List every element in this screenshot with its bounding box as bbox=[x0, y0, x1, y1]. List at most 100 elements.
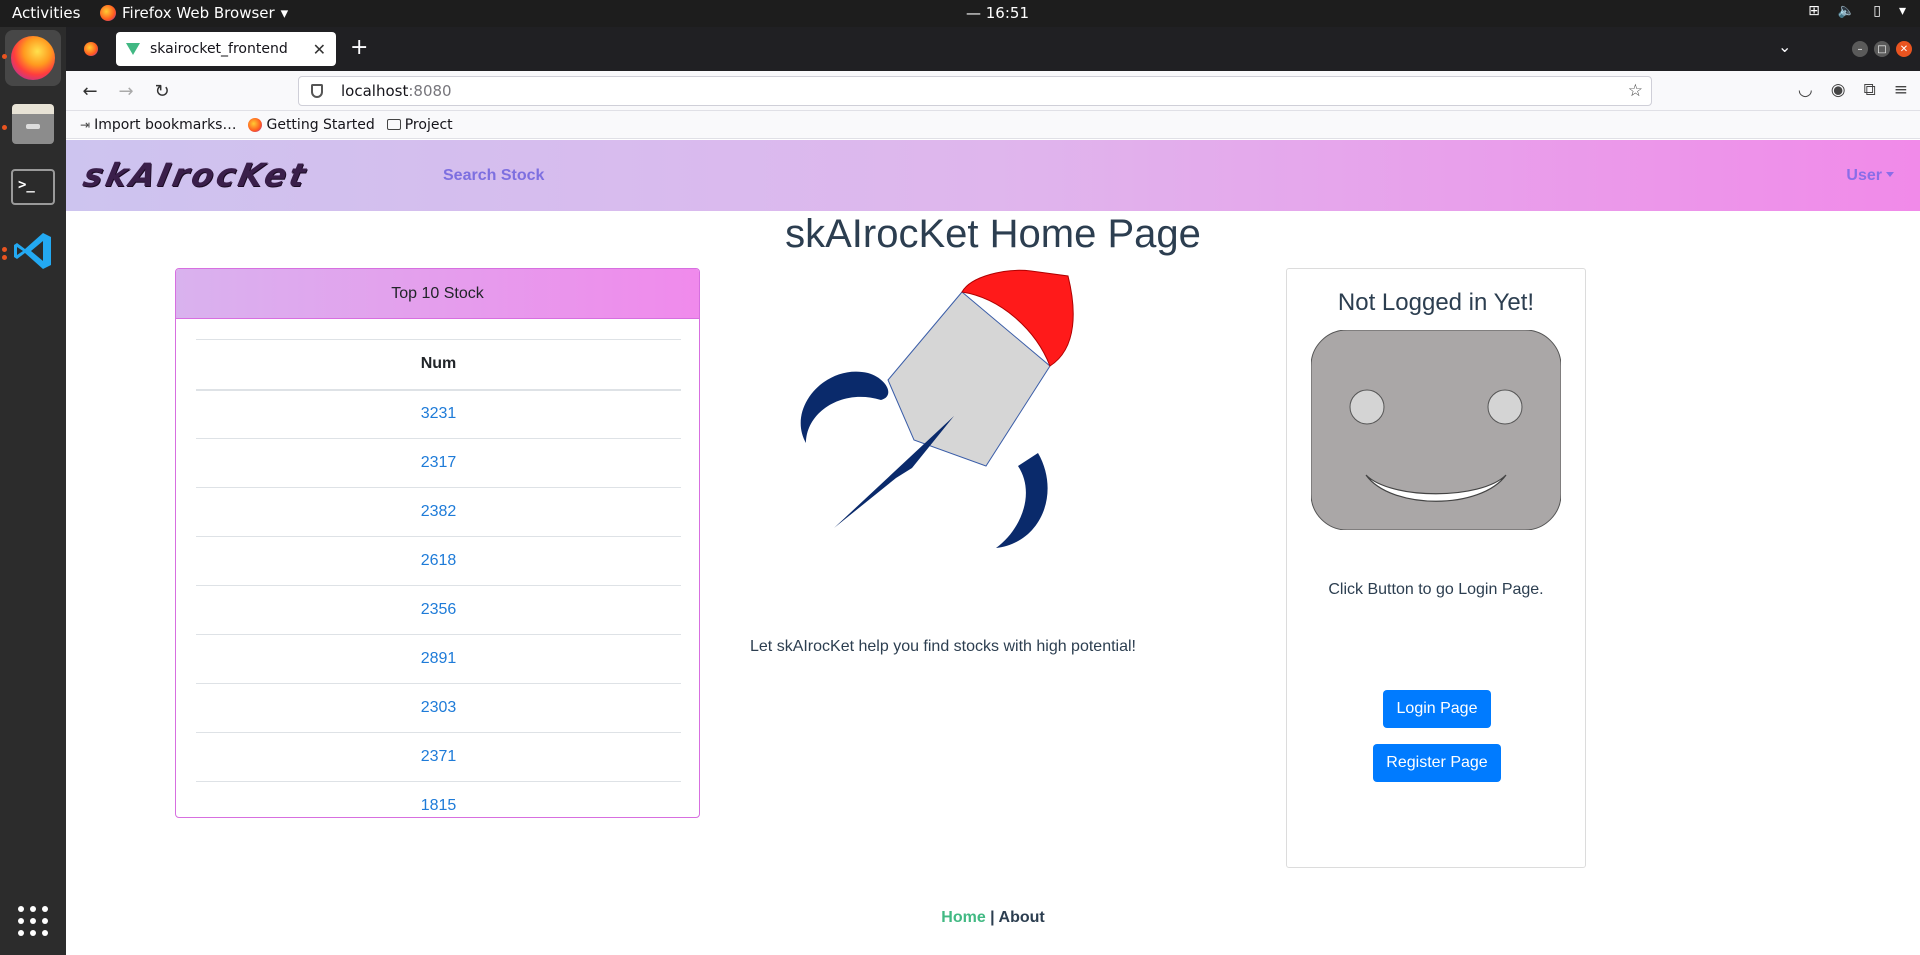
table-row: 1815 bbox=[196, 781, 681, 817]
forward-button[interactable]: → bbox=[112, 77, 140, 105]
import-icon: ⇥ bbox=[80, 117, 91, 132]
card-header: Top 10 Stock bbox=[176, 269, 699, 319]
about-link[interactable]: About bbox=[999, 909, 1045, 926]
top-stock-card: Top 10 Stock Num 3231 2317 2382 2618 2356 289… bbox=[175, 268, 700, 818]
menu-icon[interactable]: ≡ bbox=[1894, 80, 1908, 100]
page-title: skAIrocKet Home Page bbox=[785, 212, 1201, 256]
pocket-icon[interactable]: ◡ bbox=[1798, 80, 1813, 100]
close-window-button[interactable]: ✕ bbox=[1896, 41, 1912, 57]
login-status-title: Not Logged in Yet! bbox=[1337, 289, 1535, 316]
dock-files[interactable] bbox=[5, 96, 61, 152]
table-row: 2618 bbox=[196, 536, 681, 586]
rocket-right-fin bbox=[996, 453, 1048, 548]
table-row: 2371 bbox=[196, 732, 681, 782]
login-message: Click Button to go Login Page. bbox=[1328, 581, 1544, 598]
dock: >_ bbox=[0, 27, 66, 955]
minimize-button[interactable]: – bbox=[1852, 41, 1868, 57]
tagline-text: Let skAIrocKet help you find stocks with… bbox=[750, 638, 1136, 655]
window-controls: – □ ✕ bbox=[1852, 41, 1912, 57]
vue-icon bbox=[126, 43, 140, 55]
tagline: Let skAIrocKet help you find stocks with… bbox=[66, 638, 1920, 656]
network-icon: ⊞ bbox=[1808, 3, 1820, 19]
bookmark-label: Project bbox=[404, 116, 453, 133]
bookmark-project[interactable]: Project bbox=[386, 116, 453, 133]
stock-link[interactable]: 2382 bbox=[196, 487, 681, 537]
table-row: 3231 bbox=[196, 389, 681, 439]
tab-skairocket[interactable]: skairocket_frontend ✕ bbox=[116, 32, 336, 66]
table-row: 2303 bbox=[196, 683, 681, 733]
chevron-down-icon: ▾ bbox=[280, 4, 289, 22]
url-bar[interactable]: localhost:8080 ☆ bbox=[298, 76, 1652, 106]
terminal-icon: >_ bbox=[11, 169, 55, 205]
toolbar-icons: ◡ ◉ ⧉ ≡ bbox=[1798, 80, 1908, 100]
battery-icon: ▯ bbox=[1873, 3, 1881, 19]
bookmark-getting-started[interactable]: Getting Started bbox=[248, 116, 375, 133]
url-port: :8080 bbox=[408, 82, 452, 100]
files-icon bbox=[12, 104, 54, 144]
extensions-icon[interactable]: ⧉ bbox=[1864, 80, 1876, 100]
bookmark-label: Getting Started bbox=[266, 116, 375, 133]
app-name: Firefox Web Browser bbox=[122, 4, 275, 22]
running-indicator bbox=[2, 255, 7, 260]
url-host: localhost bbox=[341, 82, 409, 100]
running-indicator bbox=[2, 54, 7, 59]
account-icon[interactable]: ◉ bbox=[1831, 80, 1846, 100]
app-menu[interactable]: Firefox Web Browser ▾ bbox=[100, 4, 288, 22]
new-tab-button[interactable]: + bbox=[350, 36, 368, 60]
maximize-button[interactable]: □ bbox=[1874, 41, 1890, 57]
bookmark-label: Import bookmarks… bbox=[94, 116, 237, 133]
bookmark-import[interactable]: ⇥ Import bookmarks… bbox=[80, 117, 236, 133]
dock-firefox[interactable] bbox=[5, 30, 61, 86]
firefox-icon bbox=[11, 36, 55, 80]
rocket-illustration bbox=[800, 269, 1074, 548]
column-header: Num bbox=[196, 339, 681, 391]
chevron-down-icon: ▾ bbox=[1898, 3, 1906, 19]
table-row: 2356 bbox=[196, 585, 681, 635]
navigation-toolbar: ← → ↻ localhost:8080 ☆ ◡ ◉ ⧉ ≡ bbox=[66, 71, 1920, 111]
login-page-button[interactable]: Login Page bbox=[1383, 690, 1491, 728]
activities-button[interactable]: Activities bbox=[12, 4, 80, 22]
smiley-face-icon bbox=[1311, 330, 1561, 530]
app-header: skAIrocKet Search Stock User bbox=[66, 140, 1920, 211]
volume-icon: 🔈 bbox=[1837, 3, 1856, 19]
tab-bar: skairocket_frontend ✕ + ⌄ – □ ✕ bbox=[66, 27, 1920, 71]
stock-link[interactable]: 2317 bbox=[196, 438, 681, 488]
stock-link[interactable]: 1815 bbox=[196, 781, 681, 817]
dock-terminal[interactable]: >_ bbox=[5, 159, 61, 215]
running-indicator bbox=[2, 247, 7, 252]
stock-link[interactable]: 2371 bbox=[196, 732, 681, 782]
firefox-icon bbox=[100, 5, 116, 21]
stock-table: Num 3231 2317 2382 2618 2356 2891 2303 2371 1815 bbox=[196, 339, 681, 817]
reload-button[interactable]: ↻ bbox=[148, 77, 176, 105]
system-tray[interactable]: ⊞ 🔈 ▯ ▾ bbox=[1808, 3, 1906, 19]
search-stock-link[interactable]: Search Stock bbox=[443, 167, 544, 185]
login-status-card: Not Logged in Yet! Click Button to go Lo… bbox=[1286, 268, 1586, 868]
register-page-button[interactable]: Register Page bbox=[1373, 744, 1501, 782]
table-row: 2317 bbox=[196, 438, 681, 488]
app-grid-icon bbox=[18, 906, 48, 936]
user-dropdown[interactable]: User bbox=[1846, 167, 1894, 185]
pinned-tab[interactable] bbox=[78, 36, 104, 62]
back-button[interactable]: ← bbox=[76, 77, 104, 105]
bookmarks-toolbar: ⇥ Import bookmarks… Getting Started Proj… bbox=[66, 111, 1920, 139]
home-link[interactable]: Home bbox=[941, 909, 985, 926]
stock-link[interactable]: 2303 bbox=[196, 683, 681, 733]
clock[interactable]: — 16:51 bbox=[966, 4, 1029, 22]
vscode-icon bbox=[14, 233, 51, 269]
bookmark-star-icon[interactable]: ☆ bbox=[1628, 81, 1643, 101]
dock-vscode[interactable] bbox=[5, 223, 61, 279]
table-row: 2382 bbox=[196, 487, 681, 537]
list-tabs-button[interactable]: ⌄ bbox=[1778, 37, 1791, 56]
folder-icon bbox=[386, 119, 401, 130]
stock-link[interactable]: 3231 bbox=[196, 389, 681, 439]
rocket-left-fin bbox=[800, 371, 889, 443]
web-page: skAIrocKet Search Stock User skAIrocKet … bbox=[66, 140, 1920, 955]
shield-icon[interactable] bbox=[311, 84, 323, 98]
stock-link[interactable]: 2618 bbox=[196, 536, 681, 586]
show-applications-button[interactable] bbox=[5, 893, 61, 949]
system-top-bar: Activities Firefox Web Browser ▾ — 16:51… bbox=[0, 0, 1920, 27]
footer-nav: Home | About bbox=[66, 909, 1920, 927]
site-logo[interactable]: skAIrocKet bbox=[80, 156, 312, 194]
stock-link[interactable]: 2356 bbox=[196, 585, 681, 635]
close-icon[interactable]: ✕ bbox=[313, 40, 326, 59]
